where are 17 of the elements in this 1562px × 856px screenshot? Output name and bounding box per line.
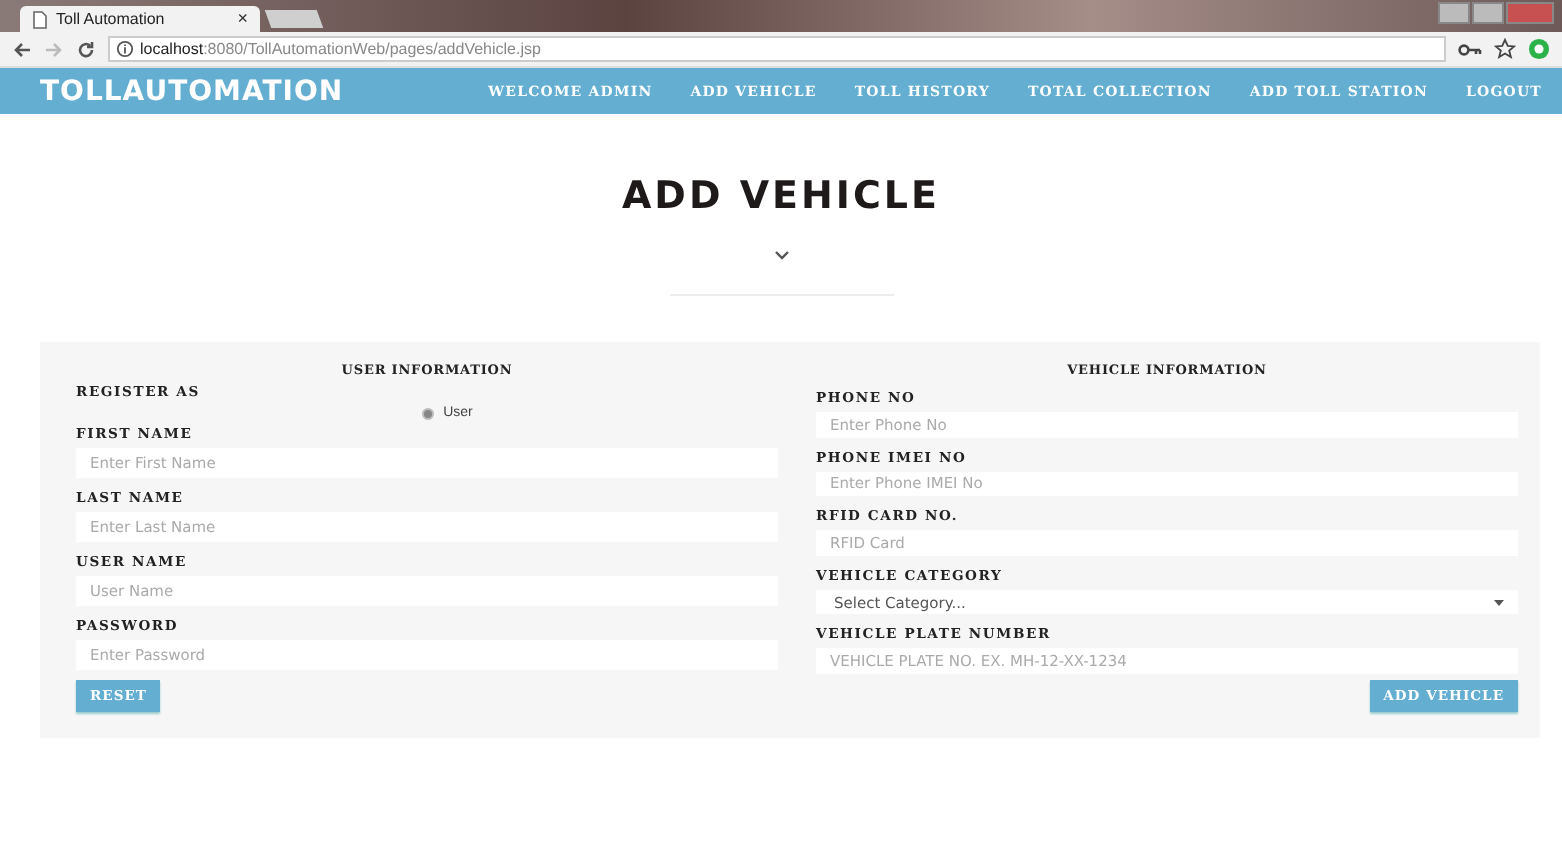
window-controls-drawing[interactable] xyxy=(1438,2,1554,24)
page-title: ADD VEHICLE xyxy=(621,174,941,218)
tab-title: Toll Automation xyxy=(56,10,167,28)
star-icon[interactable] xyxy=(1494,38,1516,60)
reload-icon[interactable] xyxy=(76,39,96,59)
caret-icon xyxy=(1494,599,1504,606)
back-icon[interactable] xyxy=(12,39,32,59)
browser-tab[interactable]: Toll Automation × xyxy=(20,6,260,32)
page-icon xyxy=(32,9,48,29)
close-tab-button[interactable]: × xyxy=(237,10,248,28)
key-icon[interactable] xyxy=(1458,41,1482,57)
new-tab-button[interactable] xyxy=(264,10,324,28)
brand-logo[interactable]: TOLLAUTOMATION xyxy=(40,75,344,107)
address-field[interactable]: localhost:8080/TollAutomationWeb/pages/addVehicle.jsp xyxy=(108,36,1446,62)
chevron-down-icon xyxy=(773,250,789,260)
extension-icon[interactable] xyxy=(1528,38,1550,60)
info-icon xyxy=(116,40,134,58)
